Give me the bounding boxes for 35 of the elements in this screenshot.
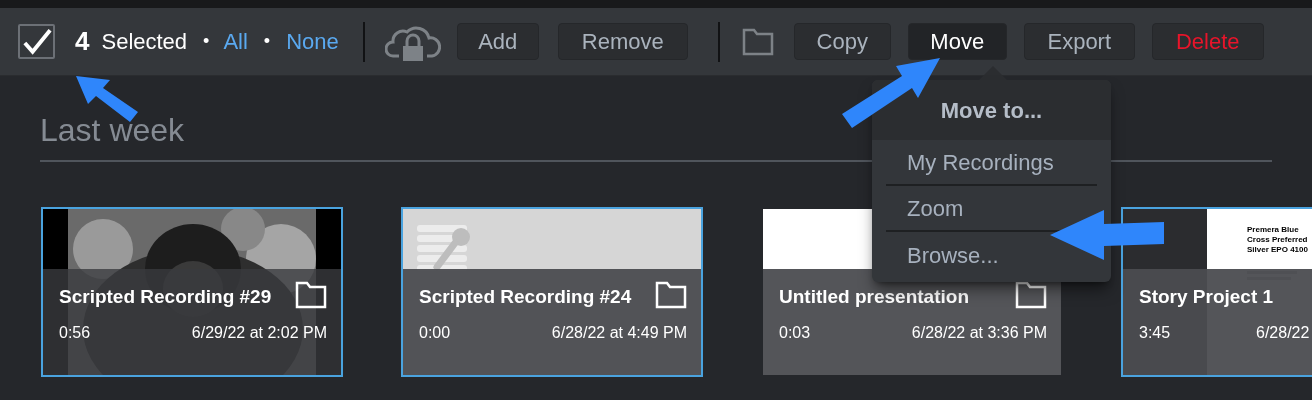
annotation-arrow-icon [1050, 210, 1164, 260]
date: 6/28/22 [1256, 323, 1310, 343]
select-all-checkbox[interactable] [18, 24, 55, 59]
menu-item[interactable]: Zoom [907, 191, 964, 225]
menu-item[interactable]: My Recordings [907, 145, 1054, 179]
annotation-arrow-icon [842, 58, 940, 128]
recording-title: Scripted Recording #29 [59, 285, 272, 309]
date: 6/28/22 at 4:49 PM [551, 323, 687, 343]
recording-title: Scripted Recording #24 [419, 285, 632, 309]
menu-title: Move to... [872, 80, 1111, 140]
add-button[interactable]: Add [456, 23, 539, 60]
select-none-link[interactable]: None [286, 25, 339, 58]
toolbar-button[interactable]: Copy [793, 23, 891, 60]
recording-title: Story Project 1 [1139, 285, 1274, 309]
menu-item[interactable]: Browse... [907, 238, 999, 272]
selected-count: 4 [75, 25, 90, 58]
separator-dot: • [203, 30, 210, 53]
remove-button[interactable]: Remove [557, 23, 688, 60]
recording-card[interactable]: Scripted Recording #24 0:00 6/28/22 at 4:49 PM [401, 207, 703, 377]
document-title: Premera Blue Cross Preferred Silver EPO 4100 [1247, 225, 1309, 255]
separator-dot: • [263, 30, 271, 53]
selected-label: Selected [101, 28, 188, 56]
section-title: Last week [40, 111, 185, 150]
recording-card[interactable]: Scripted Recording #29 0:56 6/29/22 at 2:02 PM [41, 207, 343, 377]
duration: 0:03 [779, 323, 811, 343]
select-all-link[interactable]: All [223, 25, 248, 58]
duration: 0:56 [59, 323, 91, 343]
toolbar-button[interactable]: Export [1023, 23, 1135, 60]
toolbar-button[interactable]: Move [907, 23, 1007, 60]
date: 6/28/22 at 3:36 PM [911, 323, 1047, 343]
date: 6/29/22 at 2:02 PM [191, 323, 327, 343]
duration: 3:45 [1139, 323, 1171, 343]
recording-title: Untitled presentation [779, 285, 969, 309]
duration: 0:00 [419, 323, 451, 343]
recording-card[interactable]: Premera Blue Cross Preferred Silver EPO 4100 Story Project 1 3:45 6/28/22 [1121, 207, 1312, 377]
